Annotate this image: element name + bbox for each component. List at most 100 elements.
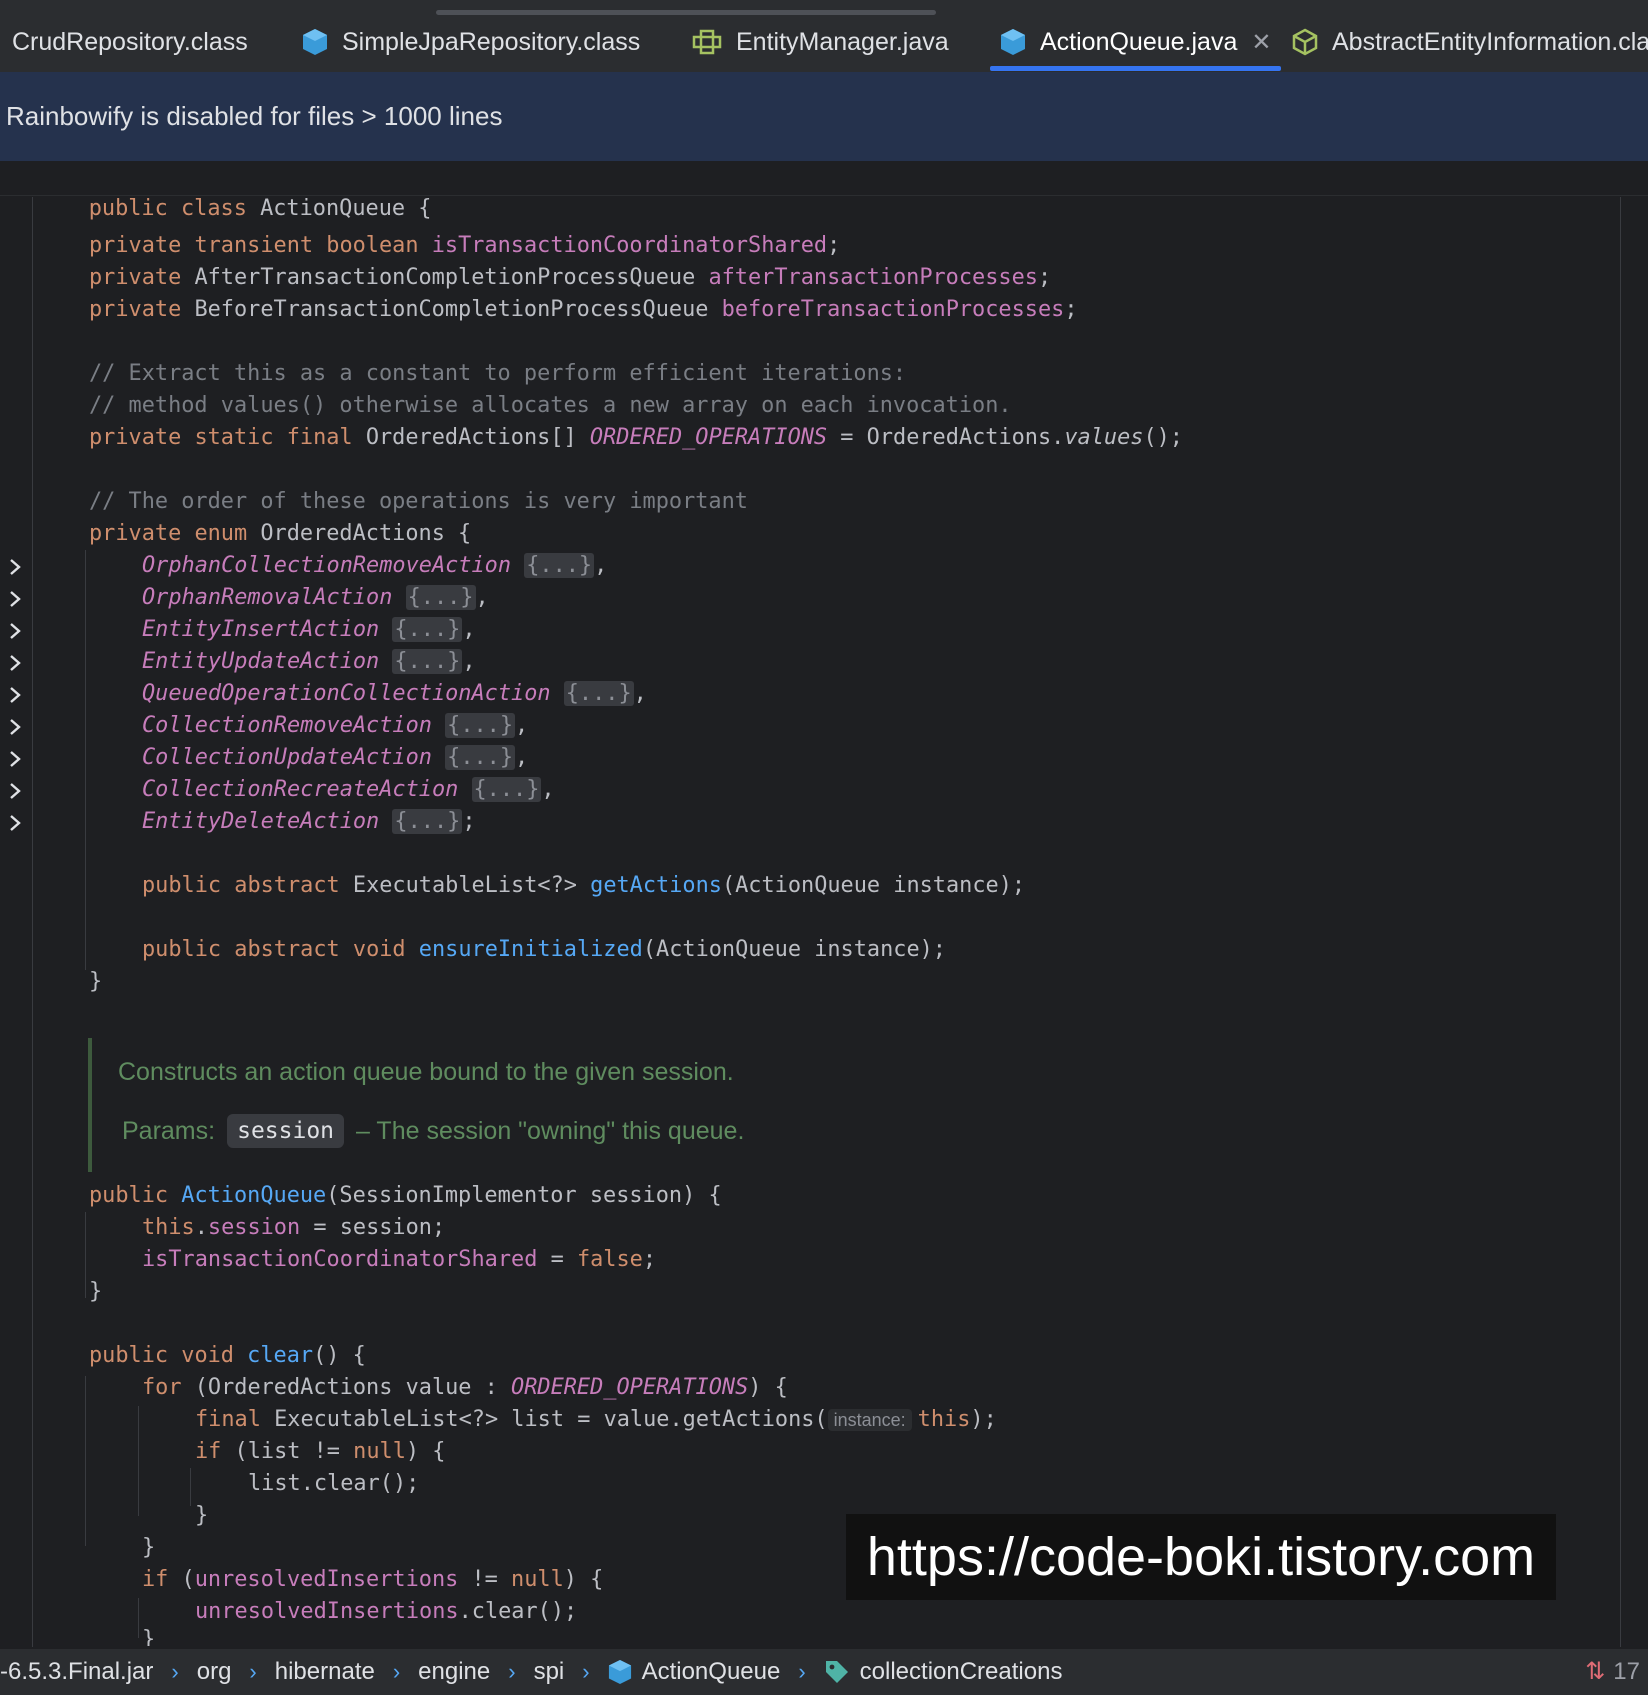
field-tag-icon	[824, 1659, 850, 1685]
tab-label: EntityManager.java	[736, 27, 949, 56]
folded-block[interactable]: {...}	[471, 777, 542, 802]
class-icon	[1000, 28, 1026, 56]
javadoc-param-name: session	[227, 1114, 345, 1148]
code-line: }	[89, 969, 103, 994]
tab-label: SimpleJpaRepository.class	[342, 27, 641, 56]
code-line: final ExecutableList<?> list = value.get…	[195, 1407, 997, 1432]
abstract-class-icon	[1292, 28, 1318, 56]
chevron-right-icon[interactable]	[6, 590, 24, 608]
arrows-up-down-icon: ⇅	[1585, 1658, 1606, 1685]
breadcrumb-jar[interactable]: -6.5.3.Final.jar	[0, 1658, 153, 1686]
keyword: class	[180, 196, 247, 221]
folded-block[interactable]: {...}	[405, 585, 476, 610]
enum-constant: CollectionRecreateAction {...},	[142, 777, 555, 802]
folded-block[interactable]: {...}	[392, 617, 463, 642]
breadcrumb-engine[interactable]: engine	[418, 1658, 490, 1686]
enum-constant: EntityUpdateAction {...},	[142, 649, 476, 674]
active-tab-indicator	[990, 66, 1281, 71]
breadcrumb-spi[interactable]: spi	[534, 1658, 565, 1686]
rainbowify-notice-banner: Rainbowify is disabled for files > 1000 …	[0, 72, 1648, 162]
folded-block[interactable]: {...}	[445, 713, 516, 738]
enum-constant: CollectionUpdateAction {...},	[142, 745, 529, 770]
chevron-right-icon[interactable]	[6, 750, 24, 768]
folded-block[interactable]: {...}	[563, 681, 634, 706]
indent-guide	[138, 1598, 139, 1638]
chevron-right-icon[interactable]	[6, 654, 24, 672]
tab-simplejparepository[interactable]: SimpleJpaRepository.class	[302, 16, 640, 68]
code-line: this.session = session;	[142, 1215, 446, 1240]
code-line: if (list != null) {	[195, 1439, 446, 1464]
chevron-right-icon: ›	[392, 1659, 401, 1684]
tab-entitymanager[interactable]: EntityManager.java	[692, 16, 949, 68]
tab-bar-scrollbar[interactable]	[436, 10, 936, 15]
chevron-right-icon[interactable]	[6, 718, 24, 736]
indent-guide	[138, 1406, 139, 1516]
tab-abstractentityinformation[interactable]: AbstractEntityInformation.cla	[1292, 16, 1648, 68]
sticky-scroll-header[interactable]: public class ActionQueue {	[0, 161, 1648, 221]
javadoc-params-label: Params:	[122, 1116, 216, 1145]
chevron-right-icon[interactable]	[6, 558, 24, 576]
class-icon	[608, 1659, 632, 1685]
tab-actionqueue[interactable]: ActionQueue.java ✕	[1000, 16, 1271, 68]
class-icon	[302, 28, 328, 56]
banner-text: Rainbowify is disabled for files > 1000 …	[6, 101, 503, 131]
code-line: public void clear() {	[89, 1343, 366, 1368]
enum-constant: OrphanRemovalAction {...},	[142, 585, 489, 610]
tab-label: ActionQueue.java	[1040, 27, 1238, 56]
javadoc-params: Params: session – The session "owning" t…	[122, 1114, 744, 1148]
vcs-changes-indicator[interactable]: ⇅ 17	[1585, 1657, 1640, 1686]
code-line: private transient boolean isTransactionC…	[89, 233, 841, 258]
enum-constant: CollectionRemoveAction {...},	[142, 713, 529, 738]
enum-constant: QueuedOperationCollectionAction {...},	[142, 681, 647, 706]
enum-constant: EntityDeleteAction {...};	[142, 809, 476, 834]
chevron-right-icon: ›	[582, 1659, 590, 1684]
breadcrumb-actionqueue[interactable]: ActionQueue	[608, 1658, 780, 1686]
indent-guide	[85, 1212, 86, 1298]
breadcrumb-org[interactable]: org	[197, 1658, 232, 1686]
code-line: }	[195, 1503, 209, 1528]
breadcrumb-hibernate[interactable]: hibernate	[275, 1658, 375, 1686]
chevron-right-icon: ›	[798, 1659, 806, 1684]
keyword: public	[88, 196, 168, 221]
folded-block[interactable]: {...}	[392, 649, 463, 674]
parameter-hint: instance:	[827, 1409, 912, 1431]
folded-block[interactable]: {...}	[524, 553, 595, 578]
code-line: public abstract ExecutableList<?> getAct…	[142, 873, 1026, 898]
tab-crudrepository[interactable]: CrudRepository.class	[12, 16, 248, 68]
indent-guide	[32, 197, 33, 1647]
code-line: private AfterTransactionCompletionProces…	[89, 265, 1052, 290]
navigation-breadcrumb: -6.5.3.Final.jar › org › hibernate › eng…	[0, 1648, 1648, 1695]
chevron-right-icon[interactable]	[6, 782, 24, 800]
code-line: list.clear();	[248, 1471, 420, 1496]
code-line: }	[142, 1535, 156, 1560]
code-line: private enum OrderedActions {	[89, 521, 472, 546]
breadcrumb-collectioncreations[interactable]: collectionCreations	[824, 1658, 1062, 1686]
code-line: }	[142, 1627, 156, 1646]
code-comment: // method values() otherwise allocates a…	[89, 393, 1012, 418]
code-line: for (OrderedActions value : ORDERED_OPER…	[142, 1375, 788, 1400]
enum-constant: EntityInsertAction {...},	[142, 617, 476, 642]
class-name: ActionQueue {	[260, 196, 432, 221]
folded-block[interactable]: {...}	[445, 745, 516, 770]
chevron-right-icon[interactable]	[6, 814, 24, 832]
indent-guide	[85, 1376, 86, 1546]
enum-constant: OrphanCollectionRemoveAction {...},	[142, 553, 608, 578]
chevron-right-icon: ›	[249, 1659, 257, 1684]
chevron-right-icon[interactable]	[6, 686, 24, 704]
code-comment: // Extract this as a constant to perform…	[89, 361, 907, 386]
code-line: unresolvedInsertions.clear();	[195, 1599, 578, 1624]
editor-tab-bar: CrudRepository.class SimpleJpaRepository…	[0, 0, 1648, 73]
javadoc-param-desc: – The session "owning" this queue.	[356, 1116, 745, 1145]
code-line: isTransactionCoordinatorShared = false;	[142, 1247, 657, 1272]
close-icon[interactable]: ✕	[1251, 28, 1271, 57]
indent-guide	[85, 550, 86, 970]
folded-block[interactable]: {...}	[392, 809, 463, 834]
code-line: }	[89, 1279, 103, 1304]
rendered-javadoc[interactable]: Constructs an action queue bound to the …	[88, 1038, 1492, 1172]
code-line: public abstract void ensureInitialized(A…	[142, 937, 946, 962]
watermark-url: https://code-boki.tistory.com	[846, 1514, 1556, 1600]
code-comment: // The order of these operations is very…	[89, 489, 748, 514]
tab-label: CrudRepository.class	[12, 27, 248, 56]
code-line: private BeforeTransactionCompletionProce…	[89, 297, 1078, 322]
chevron-right-icon[interactable]	[6, 622, 24, 640]
